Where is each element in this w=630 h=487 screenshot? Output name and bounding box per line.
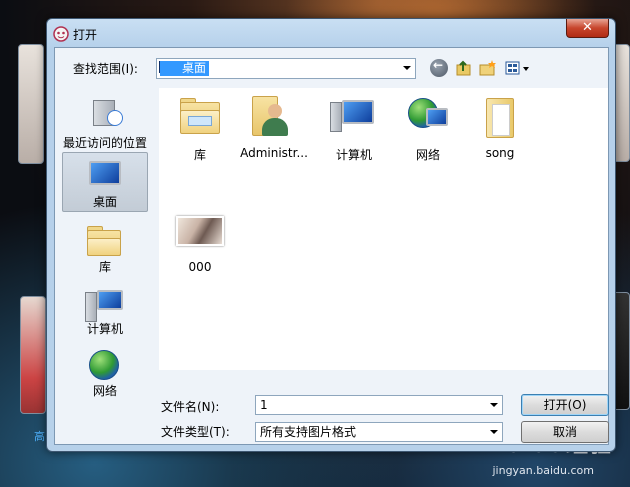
dialog-body: 查找范围(I): 桌面 最 [54, 47, 609, 445]
desktop-icon [85, 157, 125, 191]
place-network[interactable]: 网络 [62, 342, 148, 398]
file-label: 000 [188, 260, 212, 274]
filename-label: 文件名(N): [161, 400, 220, 414]
view-menu-button[interactable] [505, 59, 531, 77]
network-icon [85, 346, 125, 380]
file-item[interactable]: song [459, 94, 541, 160]
filename-input[interactable]: 1 [255, 395, 503, 415]
open-file-dialog: 打开 ✕ 查找范围(I): 桌面 ← 最近访问的位置 桌面 库 计算机 网络 库… [46, 18, 616, 452]
filetype-label: 文件类型(T): [161, 425, 230, 439]
dialog-title: 打开 [73, 28, 98, 42]
cancel-button[interactable]: 取消 [521, 421, 609, 443]
file-item[interactable]: 计算机 [313, 94, 395, 163]
open-button[interactable]: 打开(O) [521, 394, 609, 416]
watermark-url: jingyan.baidu.com [492, 464, 594, 477]
new-folder-button[interactable] [479, 59, 497, 77]
file-label: 计算机 [335, 148, 372, 162]
place-library[interactable]: 库 [62, 218, 148, 274]
app-icon [53, 26, 69, 42]
place-label: 计算机 [86, 322, 123, 336]
library-icon [85, 222, 125, 256]
file-item[interactable]: 网络 [387, 94, 469, 163]
place-recent[interactable]: 最近访问的位置 [62, 94, 148, 150]
up-folder-button[interactable] [455, 59, 473, 77]
folder-icon [476, 94, 524, 142]
file-label: Administr... [240, 146, 308, 160]
computer-icon [330, 94, 378, 142]
library-folder-icon [176, 94, 224, 142]
lookin-label: 查找范围(I): [73, 62, 138, 76]
lookin-value: 桌面 [160, 61, 210, 76]
computer-icon [85, 284, 125, 322]
place-label: 桌面 [92, 195, 117, 209]
places-bar: 最近访问的位置 桌面 库 计算机 网络 [55, 88, 155, 444]
place-label: 网络 [92, 384, 117, 398]
file-label: song [485, 146, 515, 160]
file-label: 库 [193, 148, 206, 162]
back-button[interactable] [430, 58, 448, 77]
background-thumbnail [20, 296, 46, 414]
file-list[interactable]: 库 Administr... 计算机 网络 song 000 [159, 88, 608, 370]
network-icon [404, 94, 452, 142]
lookin-combo[interactable]: 桌面 [156, 58, 416, 79]
filetype-value: 所有支持图片格式 [260, 425, 357, 439]
place-computer[interactable]: 计算机 [62, 280, 148, 336]
file-item[interactable]: Administr... [233, 94, 315, 160]
place-label: 最近访问的位置 [62, 136, 147, 150]
background-thumbnail [18, 44, 44, 164]
filename-value: 1 [260, 398, 268, 412]
file-item[interactable]: 000 [159, 208, 241, 274]
place-desktop[interactable]: 桌面 [62, 152, 148, 212]
title-bar[interactable]: 打开 ✕ [47, 19, 615, 47]
file-label: 网络 [415, 148, 440, 162]
place-label: 库 [98, 260, 111, 274]
file-item[interactable]: 库 [159, 94, 241, 163]
chevron-down-icon [490, 430, 498, 434]
close-button[interactable]: ✕ [566, 19, 609, 38]
close-icon: ✕ [582, 20, 593, 35]
chevron-down-icon [490, 403, 498, 407]
background-label: 高 [34, 430, 45, 443]
user-folder-icon [250, 94, 298, 142]
recent-places-icon [85, 98, 125, 132]
image-thumbnail-icon [176, 208, 224, 256]
chevron-down-icon [403, 66, 411, 70]
filetype-select[interactable]: 所有支持图片格式 [255, 422, 503, 442]
